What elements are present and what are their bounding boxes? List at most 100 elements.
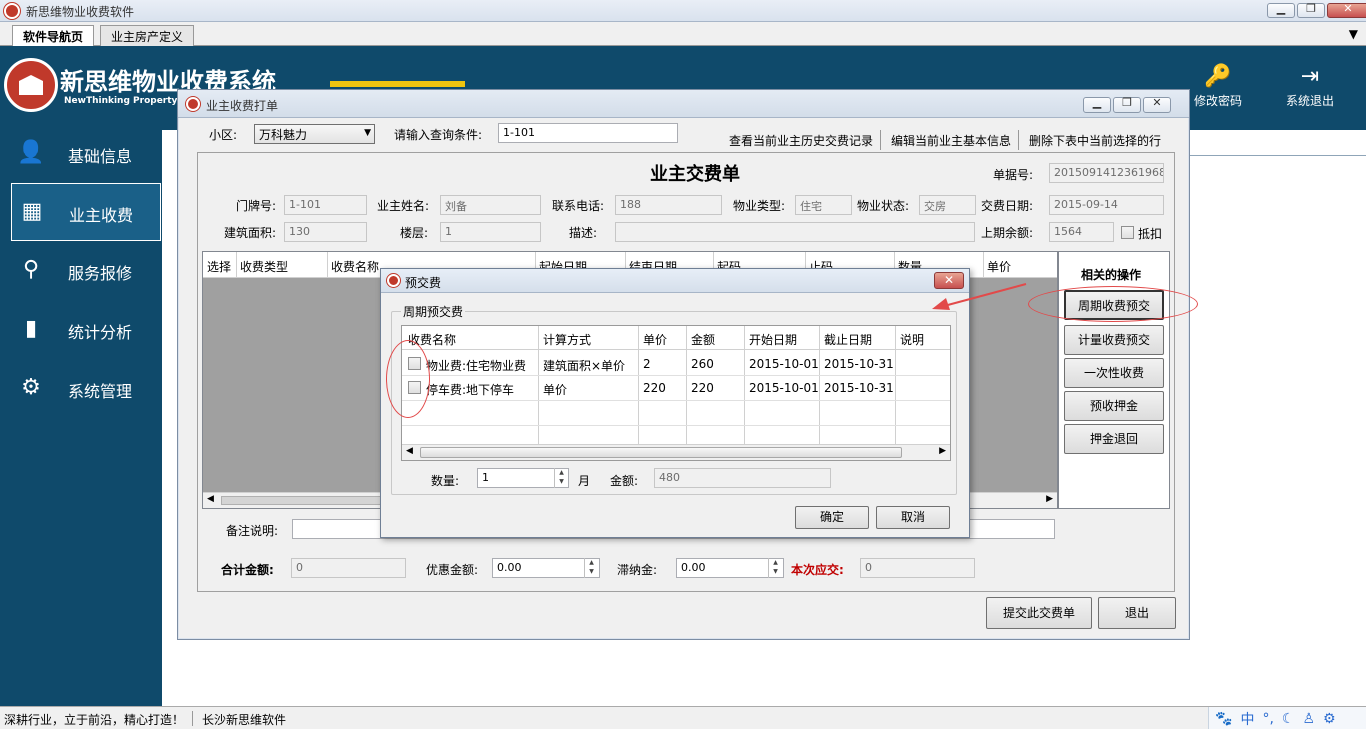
column-header[interactable]: 计算方式 bbox=[543, 331, 591, 348]
tab-owner-property[interactable]: 业主房产定义 bbox=[100, 25, 195, 46]
column-header[interactable]: 截止日期 bbox=[824, 331, 872, 348]
scroll-left-icon[interactable]: ◀ bbox=[207, 494, 214, 504]
cancel-button[interactable]: 取消 bbox=[876, 506, 950, 529]
tab-dropdown-icon[interactable]: ▼ bbox=[1349, 27, 1358, 41]
amount-due-field: 0 bbox=[860, 558, 975, 578]
close-button[interactable]: ✕ bbox=[1327, 2, 1366, 18]
status-divider bbox=[192, 711, 193, 726]
annotation-arrow-icon bbox=[932, 283, 1027, 310]
calendar-icon: ▦ bbox=[21, 199, 43, 224]
amount-cell: 260 bbox=[691, 357, 714, 371]
operations-title: 相关的操作 bbox=[1081, 268, 1142, 282]
area-label: 建筑面积: bbox=[224, 226, 277, 240]
unit-price-cell: 2 bbox=[643, 357, 651, 371]
last-balance-field: 1564 bbox=[1049, 222, 1114, 242]
end-date-cell: 2015-10-31 bbox=[824, 357, 894, 371]
ime-settings-icon[interactable]: ⚙ bbox=[1323, 711, 1336, 727]
app-title: 新思维物业收费软件 bbox=[26, 5, 135, 19]
edit-owner-link[interactable]: 编辑当前业主基本信息 bbox=[891, 132, 1011, 149]
deduct-checkbox[interactable] bbox=[1121, 226, 1134, 239]
status-slogan: 深耕行业，立于前沿，精心打造！ bbox=[4, 713, 185, 727]
late-fee-label: 滞纳金: bbox=[617, 563, 658, 577]
prepay-grid-header: 收费名称 计算方式 单价 金额 开始日期 截止日期 说明 bbox=[402, 326, 950, 350]
ime-punctuation-icon[interactable]: °, bbox=[1262, 711, 1273, 727]
column-header[interactable]: 说明 bbox=[900, 331, 924, 348]
ime-toolbar[interactable]: 🐾 中 °, ☾ ♙ ⚙ bbox=[1208, 707, 1366, 729]
receipt-no-label: 单据号: bbox=[993, 168, 1034, 182]
tab-software-nav[interactable]: 软件导航页 bbox=[12, 25, 95, 47]
grid-divider bbox=[686, 326, 687, 444]
description-label: 描述: bbox=[569, 226, 598, 240]
sidebar-item-basic-info[interactable]: 👤 基础信息 bbox=[11, 125, 161, 183]
late-fee-stepper[interactable]: ▲ ▼ bbox=[768, 558, 782, 578]
confirm-button[interactable]: 确定 bbox=[795, 506, 869, 529]
scroll-thumb[interactable] bbox=[221, 496, 381, 505]
history-records-link[interactable]: 查看当前业主历史交费记录 bbox=[729, 132, 873, 149]
ime-chinese-mode[interactable]: 中 bbox=[1240, 709, 1254, 729]
scroll-thumb[interactable] bbox=[420, 447, 902, 458]
property-type-field: 住宅 bbox=[795, 195, 852, 215]
discount-stepper[interactable]: ▲ ▼ bbox=[584, 558, 598, 578]
grid-divider bbox=[895, 326, 896, 444]
column-header[interactable]: 开始日期 bbox=[749, 331, 797, 348]
form-title: 业主交费单 bbox=[650, 164, 740, 185]
sidebar-item-statistics[interactable]: ▮ 统计分析 bbox=[11, 301, 161, 359]
community-select[interactable]: 万科魅力 bbox=[254, 124, 375, 144]
unit-price-cell: 220 bbox=[643, 381, 666, 395]
delete-row-link[interactable]: 删除下表中当前选择的行 bbox=[1029, 132, 1161, 149]
prepay-grid-scrollbar[interactable]: ◀ ▶ bbox=[402, 444, 950, 460]
area-field: 130 bbox=[284, 222, 367, 242]
start-date-cell: 2015-10-01 bbox=[749, 357, 819, 371]
bar-chart-icon: ▮ bbox=[24, 316, 38, 341]
billing-window-title: 业主收费打单 bbox=[206, 99, 279, 113]
column-header[interactable]: 金额 bbox=[691, 331, 715, 348]
quantity-stepper[interactable]: ▲ ▼ bbox=[554, 468, 568, 488]
room-label: 门牌号: bbox=[236, 199, 277, 213]
quantity-unit: 月 bbox=[578, 474, 591, 488]
sidebar-item-service-repair[interactable]: ⚲ 服务报修 bbox=[11, 242, 161, 300]
one-time-fee-button[interactable]: 一次性收费 bbox=[1064, 358, 1164, 388]
last-balance-label: 上期余额: bbox=[981, 226, 1034, 240]
grid-divider bbox=[819, 326, 820, 444]
scroll-right-icon[interactable]: ▶ bbox=[939, 446, 946, 456]
billing-minimize-button[interactable]: ▁ bbox=[1083, 96, 1111, 113]
pay-date-label: 交费日期: bbox=[981, 199, 1034, 213]
prepay-dialog: 预交费 ✕ 周期预交费 收费名称 计算方式 单价 金额 开始日期 截止日期 说明… bbox=[380, 268, 970, 538]
status-bar: 深耕行业，立于前沿，精心打造！ 长沙新思维软件 🐾 中 °, ☾ ♙ ⚙ bbox=[0, 706, 1366, 729]
deposit-collect-button[interactable]: 预收押金 bbox=[1064, 391, 1164, 421]
restore-button[interactable]: ❐ bbox=[1297, 2, 1325, 18]
ime-user-icon[interactable]: ♙ bbox=[1302, 711, 1315, 727]
exit-icon: ⇥ bbox=[1300, 64, 1320, 89]
grid-divider bbox=[538, 326, 539, 444]
amount-label: 金额: bbox=[610, 474, 639, 488]
link-separator bbox=[880, 130, 881, 150]
column-header[interactable]: 收费类型 bbox=[240, 258, 288, 275]
billing-restore-button[interactable]: ❐ bbox=[1113, 96, 1141, 113]
scroll-left-icon[interactable]: ◀ bbox=[406, 446, 413, 456]
app-titlebar: 新思维物业收费软件 ▁ ❐ ✕ bbox=[0, 0, 1366, 22]
sidebar-item-owner-billing[interactable]: ▦ 业主收费 bbox=[11, 183, 161, 241]
tab-strip: 软件导航页 业主房产定义 ▼ bbox=[0, 22, 1366, 47]
column-header[interactable]: 单价 bbox=[643, 331, 667, 348]
change-password-button[interactable]: 🔑 修改密码 bbox=[1178, 62, 1258, 122]
column-header[interactable]: 选择 bbox=[207, 258, 231, 275]
prepay-grid[interactable]: 收费名称 计算方式 单价 金额 开始日期 截止日期 说明 物业费:住宅物业费 建… bbox=[401, 325, 951, 461]
owner-label: 业主姓名: bbox=[377, 199, 430, 213]
system-exit-button[interactable]: ⇥ 系统退出 bbox=[1270, 62, 1350, 122]
ime-moon-icon[interactable]: ☾ bbox=[1282, 711, 1295, 727]
minimize-button[interactable]: ▁ bbox=[1267, 2, 1295, 18]
annotation-circle bbox=[1028, 286, 1198, 322]
submit-bill-button[interactable]: 提交此交费单 bbox=[986, 597, 1092, 629]
query-input[interactable]: 1-101 bbox=[498, 123, 678, 143]
ime-paw-icon[interactable]: 🐾 bbox=[1215, 711, 1232, 727]
amount-cell: 220 bbox=[691, 381, 714, 395]
exit-button[interactable]: 退出 bbox=[1098, 597, 1176, 629]
metered-prepay-button[interactable]: 计量收费预交 bbox=[1064, 325, 1164, 355]
deposit-refund-button[interactable]: 押金退回 bbox=[1064, 424, 1164, 454]
scroll-right-icon[interactable]: ▶ bbox=[1046, 494, 1053, 504]
calc-method-cell: 单价 bbox=[543, 383, 568, 397]
billing-close-button[interactable]: ✕ bbox=[1143, 96, 1171, 113]
community-label: 小区: bbox=[209, 128, 238, 142]
sidebar-item-system-admin[interactable]: ⚙ 系统管理 bbox=[11, 360, 161, 418]
column-header[interactable]: 收费名称 bbox=[331, 258, 379, 275]
